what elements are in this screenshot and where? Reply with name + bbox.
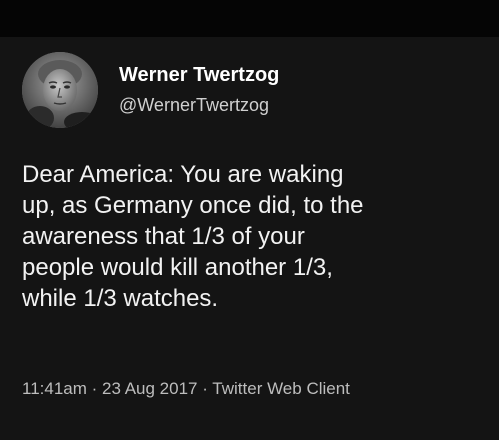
avatar[interactable] [22,52,98,128]
avatar-photo-icon [22,52,98,128]
top-band [0,0,499,37]
display-name[interactable]: Werner Twertzog [119,63,279,87]
user-handle[interactable]: @WernerTwertzog [119,94,269,116]
tweet-line: awareness that 1/3 of your [22,223,305,250]
tweet-text: Dear America: You are waking up, as Germ… [22,159,492,314]
tweet-line: people would kill another 1/3, [22,254,333,281]
tweet-line: up, as Germany once did, to the [22,192,364,219]
tweet-line: Dear America: You are waking [22,161,344,188]
tweet-timestamp-source[interactable]: 11:41am · 23 Aug 2017 · Twitter Web Clie… [22,378,350,400]
tweet-line: while 1/3 watches. [22,285,219,312]
